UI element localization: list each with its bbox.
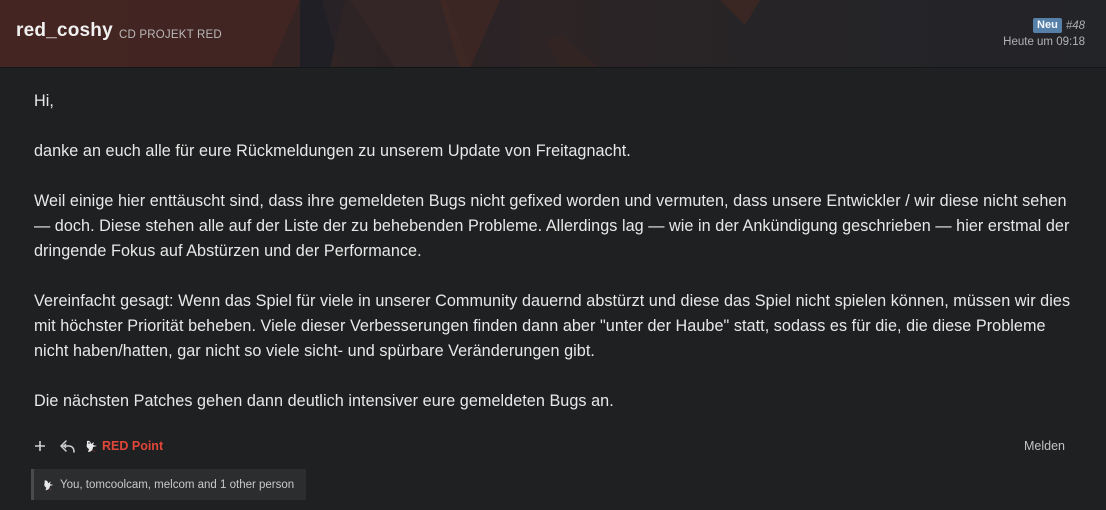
post-number-link[interactable]: #48 — [1066, 20, 1085, 32]
post-paragraph: danke an euch alle für eure Rückmeldunge… — [34, 142, 631, 160]
cdpr-bird-icon — [86, 440, 97, 452]
red-point-button[interactable]: RED Point — [84, 438, 163, 454]
report-link[interactable]: Melden — [1024, 439, 1065, 453]
post-actions: RED Point — [33, 436, 163, 456]
post-timestamp[interactable]: Heute um 09:18 — [1003, 36, 1085, 48]
plus-icon[interactable] — [33, 436, 47, 456]
post-paragraph: Weil einige hier enttäuscht sind, dass i… — [34, 192, 1070, 260]
post-meta: Neu #48 Heute um 09:18 — [1003, 18, 1085, 48]
post-paragraph: Vereinfacht gesagt: Wenn das Spiel für v… — [34, 292, 1071, 360]
post-meta-line: Neu #48 — [1003, 18, 1085, 33]
post-header: red_coshy CD PROJEKT RED Neu #48 Heute u… — [0, 0, 1106, 68]
post-body: Hi, danke an euch alle für eure Rückmeld… — [34, 89, 1074, 439]
reactions-list[interactable]: You, tomcoolcam, melcom and 1 other pers… — [60, 479, 294, 491]
cdpr-bird-icon — [44, 479, 54, 490]
post-paragraph: Die nächsten Patches gehen dann deutlich… — [34, 392, 614, 410]
post-paragraph: Hi, — [34, 92, 54, 110]
author-title: CD PROJEKT RED — [119, 29, 222, 41]
red-point-label: RED Point — [102, 439, 164, 453]
reply-icon[interactable] — [59, 436, 75, 456]
author-username[interactable]: red_coshy — [16, 20, 113, 42]
forum-post: red_coshy CD PROJEKT RED Neu #48 Heute u… — [0, 0, 1106, 510]
reactions-bar[interactable]: You, tomcoolcam, melcom and 1 other pers… — [31, 469, 306, 500]
new-badge: Neu — [1033, 18, 1062, 33]
